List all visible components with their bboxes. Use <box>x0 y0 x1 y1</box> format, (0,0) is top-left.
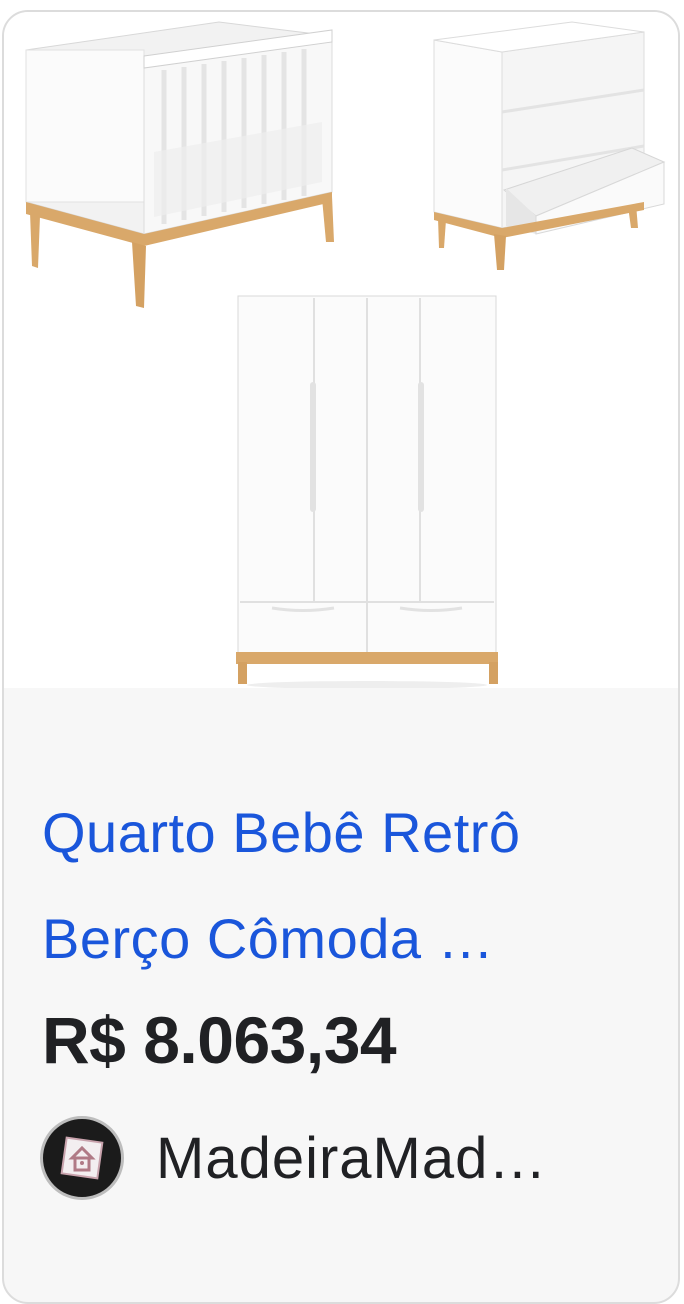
wardrobe-image <box>236 295 498 688</box>
product-price: R$ 8.063,34 <box>42 1003 397 1077</box>
seller-name: MadeiraMad… <box>156 1125 548 1191</box>
product-title-line1: Quarto Bebê Retrô <box>42 801 521 864</box>
house-logo-icon <box>40 1116 124 1200</box>
crib-image <box>25 21 334 308</box>
furniture-set-illustration <box>25 21 666 688</box>
product-card[interactable]: Quarto Bebê Retrô Berço Cômoda … R$ 8.06… <box>2 10 680 1304</box>
product-title-link[interactable]: Quarto Bebê Retrô Berço Cômoda … <box>42 780 652 992</box>
seller-row[interactable]: MadeiraMad… <box>40 1112 547 1204</box>
product-image[interactable] <box>4 12 678 688</box>
product-title-line2: Berço Cômoda … <box>42 907 495 970</box>
dresser-image <box>433 21 666 270</box>
